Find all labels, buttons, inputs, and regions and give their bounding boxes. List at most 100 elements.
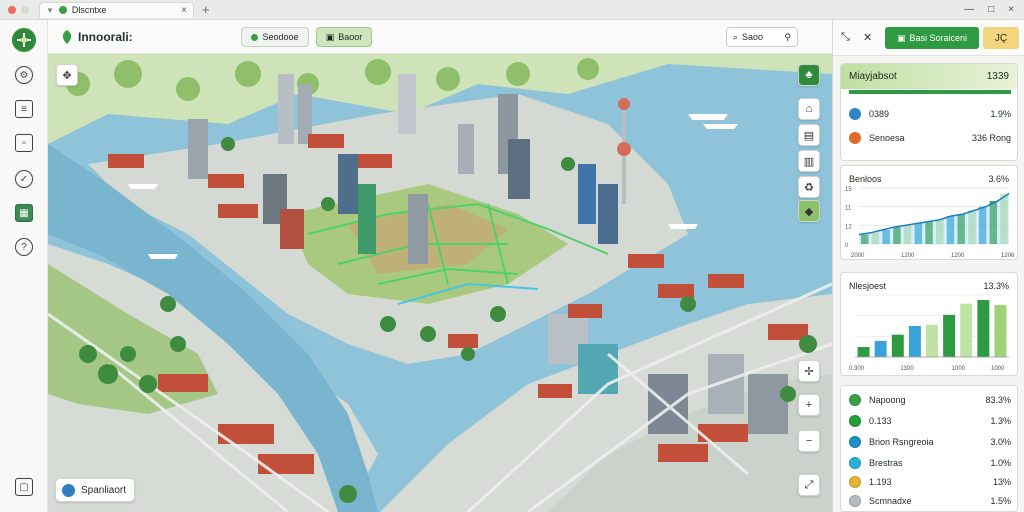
summary-value: 1339 (986, 71, 1009, 82)
leaf-logo-icon (62, 30, 72, 44)
summary-title: Miayjabsot (849, 71, 897, 82)
y-tick-label: 11 (845, 206, 852, 212)
bar (977, 299, 990, 357)
maximize-button[interactable]: □ (988, 4, 994, 15)
summary-card: Miayjabsot 1339 0389 1.9% Senoesa 336 Ro… (840, 63, 1018, 161)
legend-label: Brion Rsngreoia (869, 437, 934, 447)
window-controls: — □ × (964, 4, 1014, 15)
summary-progress-bar (849, 90, 1011, 94)
new-tab-button[interactable]: + (202, 2, 210, 17)
close-button[interactable]: × (1008, 4, 1014, 15)
building-icon[interactable]: ▥ (798, 150, 820, 172)
time-icon[interactable]: ✓ (15, 170, 33, 188)
tab-close-icon[interactable]: × (181, 5, 187, 16)
minimize-button[interactable]: — (964, 4, 974, 15)
shield-icon: ▼ (46, 5, 54, 15)
summary-row-label: Senoesa (869, 133, 905, 143)
expand-icon[interactable]: ⤡ (841, 31, 850, 44)
zoom-out-icon[interactable]: − (798, 430, 820, 452)
bar (891, 334, 904, 357)
legend-row[interactable]: Scmnadxe 1.5% (849, 493, 1011, 509)
legend-label: 0.133 (869, 416, 892, 426)
map-status-chip[interactable]: Spanliaort (55, 478, 135, 502)
legend-row[interactable]: 0.133 1.3% (849, 413, 1011, 429)
legend-value: 1.5% (990, 496, 1011, 506)
toolbar-button-2[interactable]: ▣ Baoor (316, 27, 372, 47)
map-status-label: Spanliaort (81, 484, 127, 496)
x-tick-label: 1200 (901, 253, 915, 259)
legend-row[interactable]: Brion Rsngreoia 3.0% (849, 434, 1011, 450)
tab-favicon (58, 6, 67, 14)
language-button[interactable]: JÇ (983, 27, 1019, 49)
filter-icon[interactable]: ⚲ (784, 32, 791, 43)
bar (857, 347, 870, 357)
search-box[interactable]: ⌕ Saoo ⚲ (726, 27, 798, 47)
x-tick-label: 1206 (1001, 253, 1015, 259)
y-tick-label: 12 (845, 224, 852, 230)
map-canvas (48, 54, 832, 512)
x-tick-label: 2000 (851, 253, 865, 259)
file-icon[interactable]: ▫ (15, 134, 33, 152)
sidebar-header: ⤡ ✕ ▣ Basi Soraiceni JÇ (833, 20, 1024, 56)
leaf-icon (849, 394, 861, 406)
area-chart-card: Benloos 3.6% 15 11 12 0 2000 1200 1200 1206 (840, 165, 1018, 260)
clipboard-icon[interactable]: ▤ (798, 124, 820, 146)
title-bar: ▼ Dlscntxe × + — □ × (0, 0, 1024, 20)
left-rail: ⚙ ≡ ▫ ✓ ▦ ? ▢ (0, 20, 48, 512)
tree-layer-icon[interactable]: ♣ (798, 64, 820, 86)
bar (960, 303, 973, 357)
x-tick-label: 1000 (952, 366, 966, 372)
tab-title: Dlscntxe (71, 5, 107, 15)
toolbar-button-1-label: Seodooe (262, 32, 299, 42)
fullscreen-icon[interactable]: ⤢ (798, 474, 820, 496)
app-logo-icon[interactable] (12, 28, 36, 52)
layers-icon[interactable]: ▢ (15, 478, 33, 496)
area-chart: 15 11 12 02000 1200 1200 1206 (845, 187, 1015, 259)
app-title: Innoorali: (78, 30, 133, 44)
document-icon[interactable]: ≡ (15, 100, 33, 118)
compass-icon[interactable]: ✥ (56, 64, 78, 86)
legend-row[interactable]: Napoong 83.3% (849, 392, 1011, 408)
legend-label: 1.193 (869, 477, 892, 487)
report-button-label: Basi Soraiceni (909, 33, 968, 43)
minimize-dot[interactable] (21, 5, 29, 14)
right-sidebar: ⤡ ✕ ▣ Basi Soraiceni JÇ Miayjabsot 1339 … (832, 20, 1024, 512)
legend-label: Brestras (869, 458, 903, 468)
y-tick-label: 15 (845, 187, 852, 193)
legend-row[interactable]: Brestras 1.0% (849, 455, 1011, 471)
zoom-in-icon[interactable]: + (798, 394, 820, 416)
legend-value: 1.3% (990, 416, 1011, 426)
language-label: JÇ (994, 32, 1008, 44)
city-map[interactable]: ✥ ♣ ⌂ ▤ ▥ ♻ ◆ ✢ + − ⤢ Spanliaort (48, 54, 832, 512)
bar (943, 314, 956, 357)
help-icon[interactable]: ? (15, 238, 33, 256)
top-toolbar: Innoorali: Seodooe ▣ Baoor ⌕ Saoo ⚲ (48, 20, 832, 54)
close-panel-icon[interactable]: ✕ (863, 31, 872, 44)
y-tick-label: 0 (845, 243, 849, 249)
settings-icon[interactable]: ⚙ (15, 66, 33, 84)
close-dot[interactable] (8, 5, 16, 14)
recycle-icon[interactable]: ♻ (798, 176, 820, 198)
coin-icon (849, 476, 861, 488)
toolbar-button-1[interactable]: Seodooe (241, 27, 309, 47)
bar-chart-card: Nlesjoest 13.3% 0.300 1300 1000 1000 (840, 272, 1018, 376)
toolbar-button-2-label: Baoor (338, 32, 363, 42)
report-button[interactable]: ▣ Basi Soraiceni (885, 27, 979, 49)
legend-row[interactable]: 1.193 13% (849, 474, 1011, 490)
browser-tab[interactable]: ▼ Dlscntxe × (39, 1, 194, 18)
leaf-icon[interactable]: ◆ (798, 200, 820, 222)
water-icon (849, 436, 861, 448)
x-tick-label: 1000 (991, 366, 1005, 372)
summary-row: Senoesa 336 Rong (849, 130, 1011, 146)
grid-icon[interactable]: ▦ (15, 204, 33, 222)
legend-label: Napoong (869, 395, 906, 405)
legend-value: 3.0% (990, 437, 1011, 447)
legend-value: 13% (992, 477, 1011, 487)
bar (908, 326, 921, 357)
lock-icon[interactable]: ⌂ (798, 98, 820, 120)
x-tick-label: 1300 (900, 366, 914, 372)
pin-icon (849, 132, 861, 144)
summary-row: 0389 1.9% (849, 106, 1011, 122)
pan-icon[interactable]: ✢ (798, 360, 820, 382)
bar (874, 340, 887, 357)
